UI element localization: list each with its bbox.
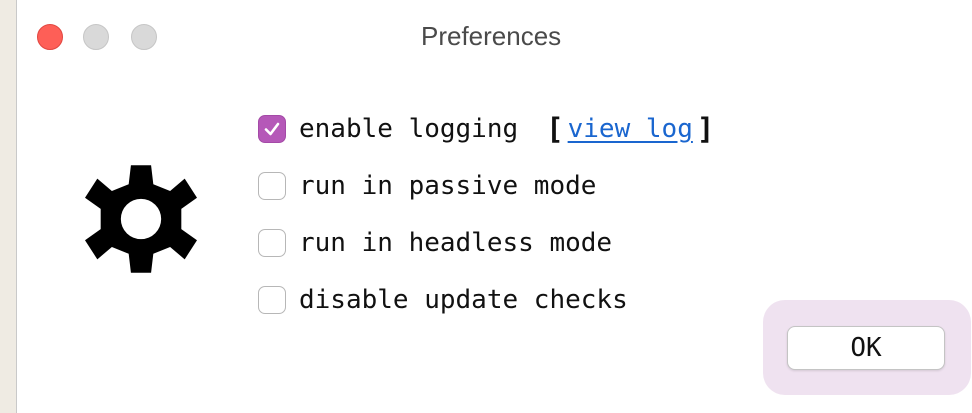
maximize-window-button[interactable] [131, 24, 157, 50]
ok-button[interactable]: OK [787, 326, 945, 370]
passive-mode-checkbox[interactable] [258, 172, 286, 200]
view-log-group: [ view log ] [546, 112, 714, 146]
enable-logging-checkbox[interactable] [258, 115, 286, 143]
window-title: Preferences [421, 21, 562, 51]
view-log-link[interactable]: view log [568, 114, 693, 144]
title-bar: Preferences [17, 0, 972, 76]
preferences-window: Preferences enable logging [ view log ] … [16, 0, 972, 413]
gear-icon [85, 165, 197, 273]
headless-mode-label: run in headless mode [299, 228, 613, 258]
enable-logging-label: enable logging [299, 114, 519, 144]
minimize-window-button[interactable] [83, 24, 109, 50]
close-bracket: ] [696, 112, 715, 146]
headless-mode-checkbox[interactable] [258, 229, 286, 257]
option-enable-logging[interactable]: enable logging [ view log ] [258, 112, 714, 146]
option-headless-mode[interactable]: run in headless mode [258, 226, 612, 260]
disable-update-checks-checkbox[interactable] [258, 286, 286, 314]
option-passive-mode[interactable]: run in passive mode [258, 169, 596, 203]
close-window-button[interactable] [37, 24, 63, 50]
passive-mode-label: run in passive mode [299, 171, 597, 201]
checkmark-icon [264, 122, 280, 136]
disable-update-checks-label: disable update checks [299, 285, 628, 315]
option-disable-update-checks[interactable]: disable update checks [258, 283, 628, 317]
open-bracket: [ [546, 112, 564, 146]
